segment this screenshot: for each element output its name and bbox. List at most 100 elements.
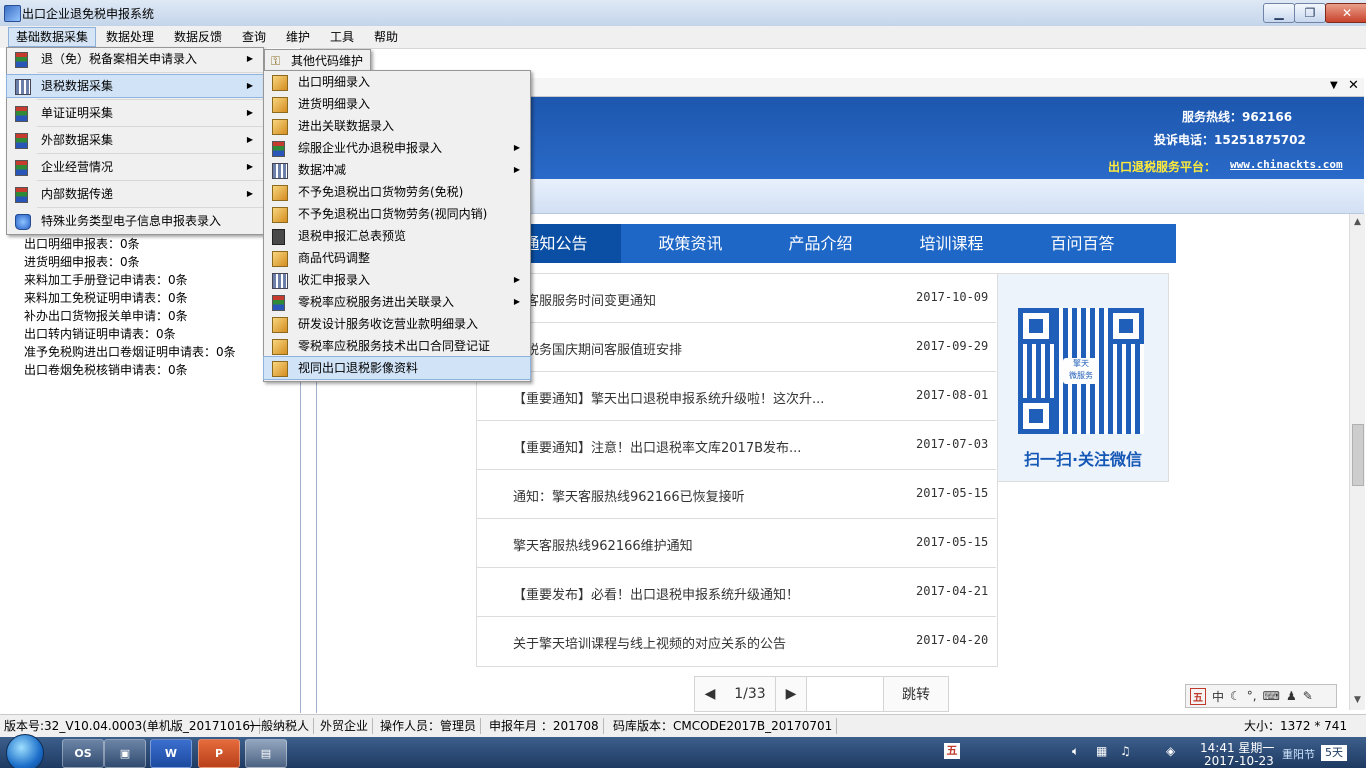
platform-link[interactable]: www.chinackts.com [1230, 158, 1343, 171]
news-title[interactable]: 【重要发布】必看！出口退税申报系统升级通知！ [513, 584, 799, 603]
tax-app-task-icon[interactable]: ▤ [245, 739, 287, 768]
qr-finder [1018, 398, 1054, 434]
menu-item-no-refund-domestic[interactable]: 不予免退税出口货物劳务(视同内销) [264, 203, 530, 225]
menu-item-comprehensive-service[interactable]: 综服企业代办退税申报录入 ▶ [264, 137, 530, 159]
status-code-version: 码库版本：CMCODE2017B_20170701 [613, 718, 838, 734]
close-button[interactable]: ✕ [1325, 3, 1366, 23]
menu-item-special-business[interactable]: 特殊业务类型电子信息申报表录入 [7, 210, 263, 232]
menu-item-forex-receipt[interactable]: 收汇申报录入 ▶ [264, 269, 530, 291]
menu-item-no-refund-exempt[interactable]: 不予免退税出口货物劳务(免税) [264, 181, 530, 203]
vertical-scrollbar[interactable]: ▲ ▼ [1349, 214, 1365, 710]
menu-item-linked-data[interactable]: 进出关联数据录入 [264, 115, 530, 137]
menu-data-processing[interactable]: 数据处理 [99, 28, 161, 46]
ime-toolbar[interactable]: 五 中 ☾ °, ⌨ ♟ ✎ [1185, 684, 1337, 708]
qr-finder [1108, 308, 1144, 344]
tab-faq[interactable]: 百问百答 [1017, 224, 1148, 263]
outlook-task-icon[interactable]: OS [62, 739, 104, 768]
news-row[interactable]: 【重要发布】必看！出口退税申报系统升级通知！ 2017-04-21 [476, 568, 996, 617]
punctuation-icon[interactable]: °, [1247, 689, 1257, 703]
menu-query[interactable]: 查询 [235, 28, 273, 46]
refund-data-submenu: 出口明细录入 进货明细录入 进出关联数据录入 综服企业代办退税申报录入 ▶ 数据… [263, 70, 531, 382]
tab-training[interactable]: 培训课程 [886, 224, 1017, 263]
scroll-thumb[interactable] [1352, 424, 1364, 486]
ime-tray-icon[interactable]: 五 [944, 743, 960, 759]
menu-item-label: 零税率应税服务技术出口合同登记证 [298, 339, 491, 353]
ledger-icon [272, 141, 285, 157]
menu-item-external-data[interactable]: 外部数据采集 ▶ [7, 129, 263, 151]
prev-page-button[interactable]: ◀ [694, 676, 726, 712]
start-button[interactable] [6, 734, 44, 768]
news-title[interactable]: 天税务国庆期间客服值班安排 [513, 339, 682, 358]
tab-policy[interactable]: 政策资讯 [625, 224, 756, 263]
menu-item-summary-preview[interactable]: 退税申报汇总表预览 [264, 225, 530, 247]
user-icon[interactable]: ♟ [1286, 689, 1297, 703]
moon-icon[interactable]: ☾ [1230, 689, 1241, 703]
submenu-arrow-icon: ▶ [246, 162, 253, 171]
menu-maintenance[interactable]: 维护 [279, 28, 317, 46]
next-page-button[interactable]: ▶ [776, 676, 807, 712]
menu-item-tech-export-contract[interactable]: 零税率应税服务技术出口合同登记证 [264, 335, 530, 357]
menu-help[interactable]: 帮助 [367, 28, 405, 46]
close-tab-icon[interactable]: ✕ [1348, 78, 1359, 93]
scroll-down-icon[interactable]: ▼ [1350, 692, 1365, 708]
news-title[interactable]: 关于擎天培训课程与线上视频的对应关系的公告 [513, 633, 786, 652]
news-title[interactable]: 【重要通知】擎天出口退税申报系统升级啦！这次升... [513, 388, 824, 407]
minimize-button[interactable]: ▁ [1263, 3, 1295, 23]
menu-item-rd-design[interactable]: 研发设计服务收讫营业款明细录入 [264, 313, 530, 335]
pencil-icon [272, 75, 288, 91]
news-row[interactable]: 【重要通知】擎天出口退税申报系统升级啦！这次升... 2017-08-01 [476, 372, 996, 421]
menu-tools[interactable]: 工具 [323, 28, 361, 46]
news-row[interactable]: 【重要通知】注意！出口退税率文库2017B发布... 2017-07-03 [476, 421, 996, 470]
news-row[interactable]: 擎天客服热线962166维护通知 2017-05-15 [476, 519, 996, 568]
news-row[interactable]: 天客服服务时间变更通知 2017-10-09 [476, 274, 996, 323]
page-input[interactable] [807, 676, 884, 712]
network-icon[interactable]: ▦ [1096, 744, 1107, 758]
menu-item-other-code[interactable]: ⚿ 其他代码维护 [265, 50, 370, 72]
menu-item-internal-transfer[interactable]: 内部数据传递 ▶ [7, 183, 263, 205]
explorer-task-icon[interactable]: ▣ [104, 739, 146, 768]
menu-item-business-status[interactable]: 企业经营情况 ▶ [7, 156, 263, 178]
menu-item-data-offset[interactable]: 数据冲减 ▶ [264, 159, 530, 181]
volume-icon[interactable]: 🔈︎ [1072, 744, 1079, 759]
festival-label[interactable]: 重阳节 [1282, 746, 1315, 762]
database-icon [15, 214, 31, 230]
keyboard-icon[interactable]: ⌨ [1263, 689, 1280, 703]
restore-button[interactable]: ❐ [1294, 3, 1326, 23]
calendar-badge[interactable]: 5天 [1321, 745, 1347, 761]
powerpoint-task-icon[interactable]: P [198, 739, 240, 768]
submenu-arrow-icon: ▶ [246, 54, 253, 63]
menu-item-refund-data[interactable]: 退税数据采集 ▶ [6, 74, 264, 98]
menu-item-code-adjust[interactable]: 商品代码调整 [264, 247, 530, 269]
news-title[interactable]: 【重要通知】注意！出口退税率文库2017B发布... [513, 437, 801, 456]
word-task-icon[interactable]: W [150, 739, 192, 768]
news-row[interactable]: 天税务国庆期间客服值班安排 2017-09-29 [476, 323, 996, 372]
menu-item-certificates[interactable]: 单证证明采集 ▶ [7, 102, 263, 124]
shield-tray-icon[interactable]: ◈ [1166, 744, 1175, 758]
jump-button[interactable]: 跳转 [884, 676, 949, 712]
chevron-down-icon[interactable]: ▼ [1330, 80, 1338, 91]
ime-language[interactable]: 中 [1212, 688, 1224, 705]
qr-code-icon: 擎天 微服务 [1018, 308, 1144, 434]
menu-item-filing[interactable]: 退（免）税备案相关申请录入 ▶ [7, 48, 263, 70]
menu-item-purchase-detail[interactable]: 进货明细录入 [264, 93, 530, 115]
basic-data-menu: 退（免）税备案相关申请录入 ▶ 退税数据采集 ▶ 单证证明采集 ▶ 外部数据采集… [6, 47, 264, 235]
document-icon [272, 229, 285, 245]
ime-logo-icon[interactable]: 五 [1190, 687, 1206, 705]
menu-data-feedback[interactable]: 数据反馈 [167, 28, 229, 46]
tab-products[interactable]: 产品介绍 [755, 224, 886, 263]
clock-date[interactable]: 2017-10-23 [1204, 754, 1274, 768]
scroll-up-icon[interactable]: ▲ [1350, 214, 1365, 230]
news-row[interactable]: 关于擎天培训课程与线上视频的对应关系的公告 2017-04-20 [476, 617, 996, 665]
ledger-icon [15, 106, 28, 122]
qq-tray-icon[interactable]: ♫ [1120, 744, 1131, 758]
wrench-icon[interactable]: ✎ [1303, 689, 1313, 703]
menu-basic-data[interactable]: 基础数据采集 [8, 27, 97, 47]
pencil-icon [272, 119, 288, 135]
news-title[interactable]: 通知：擎天客服热线962166已恢复接听 [513, 486, 745, 505]
menu-item-deemed-export-images[interactable]: 视同出口退税影像资料 [263, 356, 531, 380]
news-row[interactable]: 通知：擎天客服热线962166已恢复接听 2017-05-15 [476, 470, 996, 519]
news-title[interactable]: 擎天客服热线962166维护通知 [513, 535, 693, 554]
menu-item-export-detail[interactable]: 出口明细录入 [264, 71, 530, 93]
menu-item-zero-rate-linked[interactable]: 零税率应税服务进出关联录入 ▶ [264, 291, 530, 313]
news-title[interactable]: 天客服服务时间变更通知 [513, 290, 656, 309]
